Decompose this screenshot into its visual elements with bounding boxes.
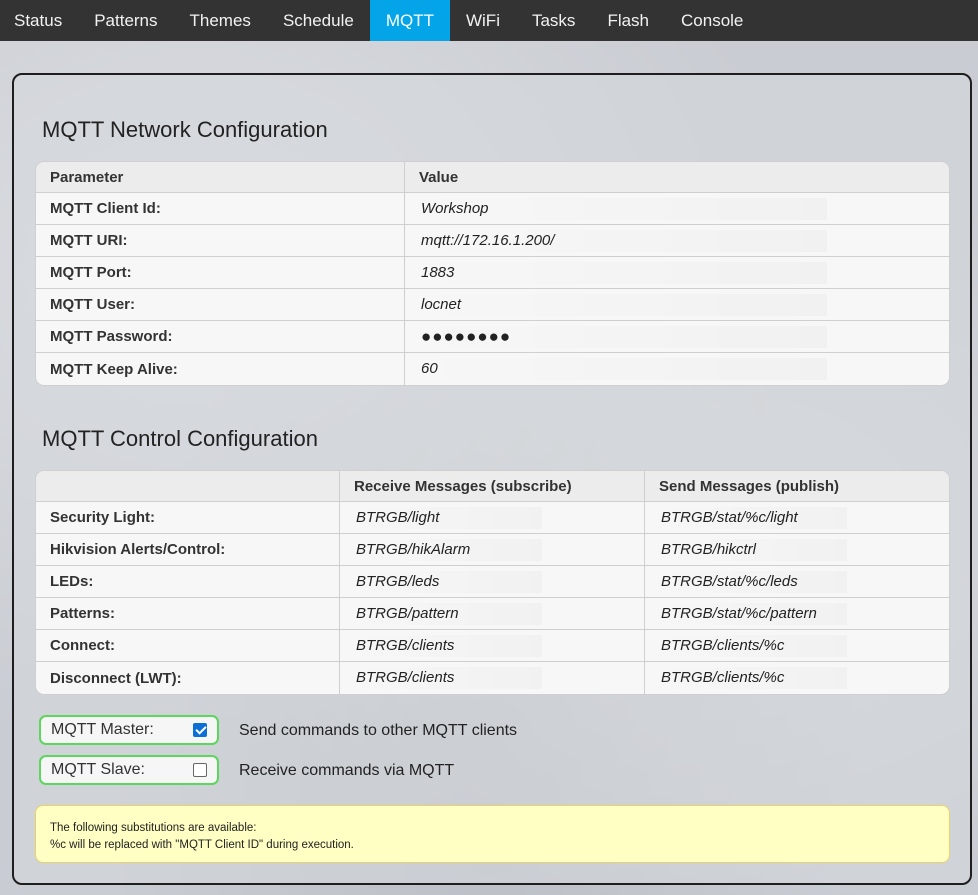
table-row: MQTT URI: mqtt://172.16.1.200/ bbox=[36, 225, 949, 257]
publish-topic-field[interactable]: BTRGB/clients/%c bbox=[659, 634, 847, 657]
publish-topic-field[interactable]: BTRGB/stat/%c/light bbox=[659, 506, 847, 529]
table-row: Security Light: BTRGB/light BTRGB/stat/%… bbox=[36, 502, 949, 534]
param-label: MQTT Port: bbox=[36, 257, 405, 289]
mqtt-master-description: Send commands to other MQTT clients bbox=[239, 722, 518, 739]
subscribe-topic-field[interactable]: BTRGB/clients bbox=[354, 667, 542, 689]
column-header-publish: Send Messages (publish) bbox=[645, 471, 949, 502]
mqtt-slave-label: MQTT Slave: bbox=[51, 761, 145, 778]
mqtt-slave-checkbox[interactable] bbox=[193, 763, 207, 777]
param-label: MQTT User: bbox=[36, 289, 405, 321]
subscribe-topic-field[interactable]: BTRGB/clients bbox=[354, 634, 542, 657]
mqtt-master-toggle[interactable]: MQTT Master: bbox=[39, 715, 219, 745]
publish-topic-field[interactable]: BTRGB/stat/%c/leds bbox=[659, 570, 847, 593]
table-row: Connect: BTRGB/clients BTRGB/clients/%c bbox=[36, 630, 949, 662]
table-row: MQTT Port: 1883 bbox=[36, 257, 949, 289]
column-header-value: Value bbox=[405, 162, 949, 193]
nav-tab-schedule[interactable]: Schedule bbox=[267, 0, 370, 41]
table-row: LEDs: BTRGB/leds BTRGB/stat/%c/leds bbox=[36, 566, 949, 598]
table-row: MQTT Password: ●●●●●●●● bbox=[36, 321, 949, 353]
mqtt-slave-description: Receive commands via MQTT bbox=[239, 762, 455, 779]
param-label: MQTT Password: bbox=[36, 321, 405, 353]
note-line: The following substitutions are availabl… bbox=[50, 822, 257, 834]
user-field[interactable]: locnet bbox=[419, 293, 827, 316]
publish-topic-field[interactable]: BTRGB/hikctrl bbox=[659, 538, 847, 561]
publish-topic-field[interactable]: BTRGB/stat/%c/pattern bbox=[659, 602, 847, 625]
param-label: MQTT Keep Alive: bbox=[36, 353, 405, 385]
column-header-blank bbox=[36, 471, 340, 502]
top-nav: Status Patterns Themes Schedule MQTT WiF… bbox=[0, 0, 978, 41]
mqtt-master-label: MQTT Master: bbox=[51, 721, 154, 738]
port-field[interactable]: 1883 bbox=[419, 261, 827, 284]
control-config-table: Receive Messages (subscribe) Send Messag… bbox=[36, 471, 949, 694]
subscribe-topic-field[interactable]: BTRGB/pattern bbox=[354, 602, 542, 625]
nav-tab-mqtt[interactable]: MQTT bbox=[369, 0, 450, 41]
nav-tab-status[interactable]: Status bbox=[0, 0, 78, 41]
network-config-title: MQTT Network Configuration bbox=[42, 117, 328, 142]
control-label: Connect: bbox=[36, 630, 340, 662]
table-row: Hikvision Alerts/Control: BTRGB/hikAlarm… bbox=[36, 534, 949, 566]
control-label: Patterns: bbox=[36, 598, 340, 630]
network-config-table: Parameter Value MQTT Client Id: Workshop… bbox=[36, 162, 949, 385]
mqtt-master-checkbox[interactable] bbox=[193, 723, 207, 737]
nav-tab-wifi[interactable]: WiFi bbox=[450, 0, 516, 41]
mqtt-slave-toggle[interactable]: MQTT Slave: bbox=[39, 755, 219, 785]
subscribe-topic-field[interactable]: BTRGB/hikAlarm bbox=[354, 538, 542, 561]
nav-tab-tasks[interactable]: Tasks bbox=[516, 0, 591, 41]
param-label: MQTT URI: bbox=[36, 225, 405, 257]
publish-topic-field[interactable]: BTRGB/clients/%c bbox=[659, 667, 847, 689]
control-config-title: MQTT Control Configuration bbox=[42, 426, 318, 451]
note-line: %c will be replaced with "MQTT Client ID… bbox=[50, 839, 354, 851]
table-row: Patterns: BTRGB/pattern BTRGB/stat/%c/pa… bbox=[36, 598, 949, 630]
column-header-parameter: Parameter bbox=[36, 162, 405, 193]
table-row: MQTT Client Id: Workshop bbox=[36, 193, 949, 225]
nav-tab-console[interactable]: Console bbox=[665, 0, 759, 41]
mqtt-config-panel: MQTT Network Configuration Parameter Val… bbox=[12, 73, 972, 885]
table-row: MQTT Keep Alive: 60 bbox=[36, 353, 949, 385]
column-header-subscribe: Receive Messages (subscribe) bbox=[340, 471, 645, 502]
table-row: MQTT User: locnet bbox=[36, 289, 949, 321]
param-label: MQTT Client Id: bbox=[36, 193, 405, 225]
subscribe-topic-field[interactable]: BTRGB/light bbox=[354, 506, 542, 529]
password-field[interactable]: ●●●●●●●● bbox=[419, 325, 827, 348]
nav-tab-flash[interactable]: Flash bbox=[591, 0, 665, 41]
control-label: LEDs: bbox=[36, 566, 340, 598]
nav-tab-patterns[interactable]: Patterns bbox=[78, 0, 173, 41]
substitution-note: The following substitutions are availabl… bbox=[35, 805, 950, 863]
keep-alive-field[interactable]: 60 bbox=[419, 358, 827, 380]
client-id-field[interactable]: Workshop bbox=[419, 197, 827, 220]
uri-field[interactable]: mqtt://172.16.1.200/ bbox=[419, 229, 827, 252]
table-header-row: Receive Messages (subscribe) Send Messag… bbox=[36, 471, 949, 502]
control-label: Security Light: bbox=[36, 502, 340, 534]
control-label: Disconnect (LWT): bbox=[36, 662, 340, 694]
table-row: Disconnect (LWT): BTRGB/clients BTRGB/cl… bbox=[36, 662, 949, 694]
nav-tab-themes[interactable]: Themes bbox=[174, 0, 267, 41]
subscribe-topic-field[interactable]: BTRGB/leds bbox=[354, 570, 542, 593]
control-label: Hikvision Alerts/Control: bbox=[36, 534, 340, 566]
table-header-row: Parameter Value bbox=[36, 162, 949, 193]
